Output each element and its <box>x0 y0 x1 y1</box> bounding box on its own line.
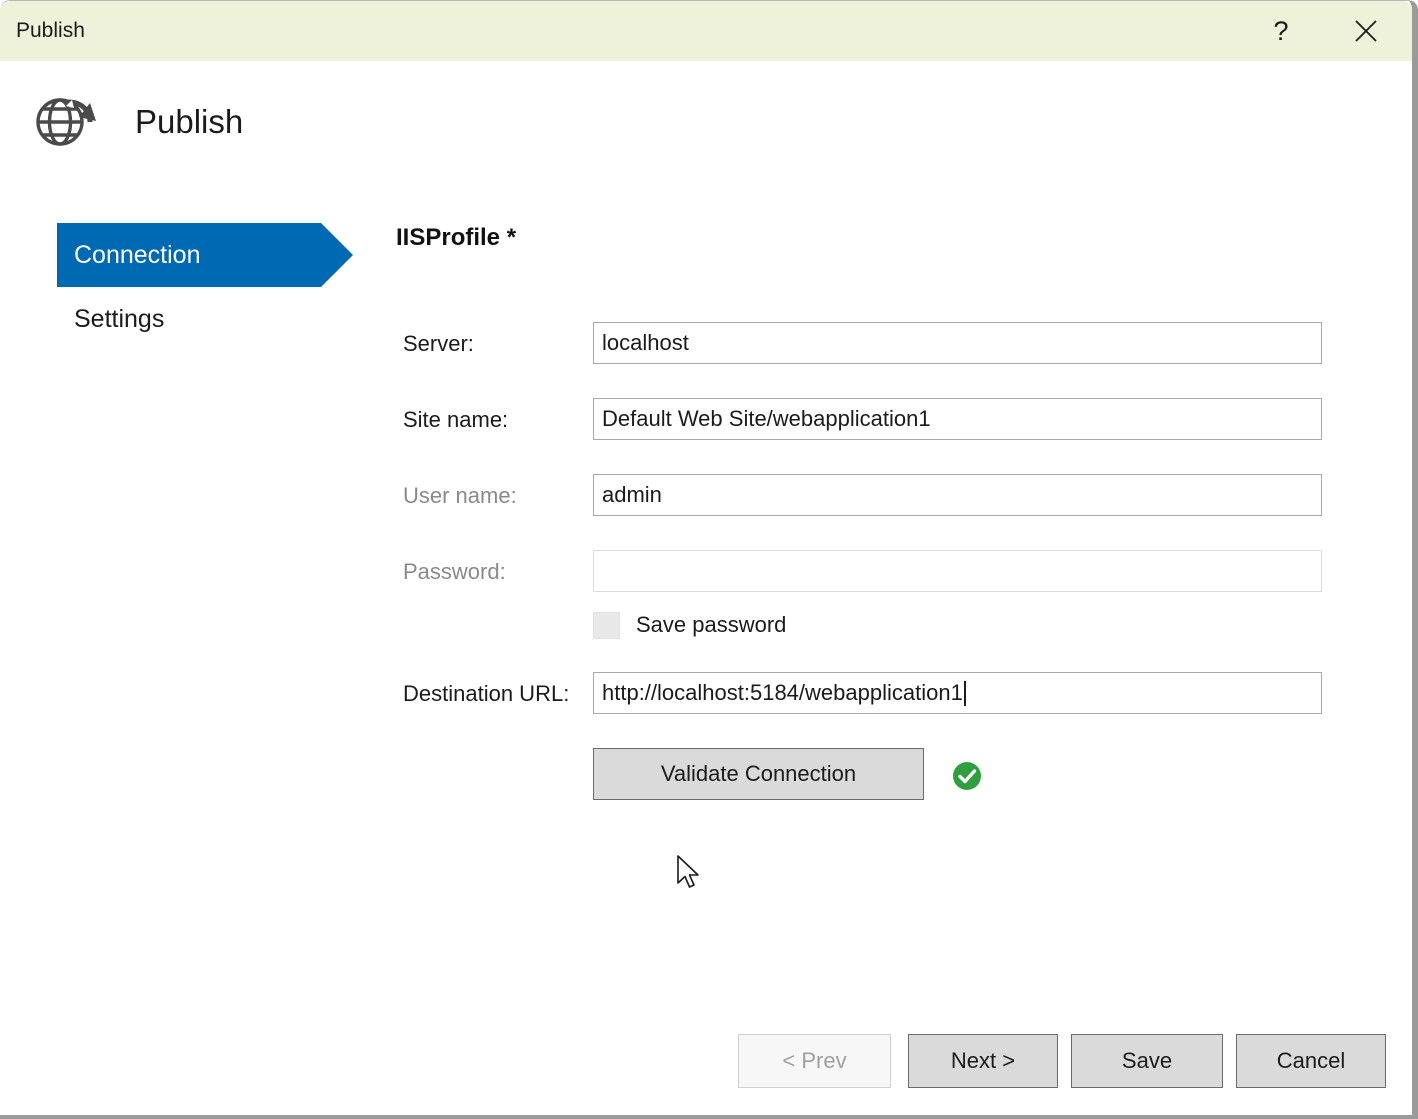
form-row-destination-url: Destination URL: http://localhost:5184/w… <box>396 672 1326 714</box>
destination-url-label: Destination URL: <box>403 681 569 707</box>
mouse-cursor <box>676 854 702 892</box>
save-password-label: Save password <box>636 611 786 639</box>
password-label: Password: <box>403 559 506 585</box>
save-button[interactable]: Save <box>1071 1034 1223 1088</box>
nav-tab-list: Connection Settings <box>0 223 380 351</box>
question-mark-icon: ? <box>1273 16 1288 47</box>
window-titlebar: Publish ? <box>0 1 1412 61</box>
save-password-checkbox[interactable] <box>593 612 620 639</box>
server-input[interactable] <box>593 322 1322 364</box>
server-label: Server: <box>403 331 474 357</box>
site-name-label: Site name: <box>403 407 508 433</box>
sidebar-item-settings[interactable]: Settings <box>0 287 380 351</box>
site-name-input[interactable] <box>593 398 1322 440</box>
close-button[interactable] <box>1334 1 1398 61</box>
form-row-site-name: Site name: <box>396 398 1326 440</box>
dialog-header: Publish <box>0 61 1412 179</box>
text-caret <box>964 681 966 706</box>
connection-panel: IISProfile * Server: Site name: User nam… <box>396 223 1326 253</box>
destination-url-value: http://localhost:5184/webapplication1 <box>602 680 963 706</box>
window-title: Publish <box>16 18 85 44</box>
publish-dialog: Publish ? Publish <box>0 0 1418 1119</box>
close-icon <box>1353 18 1379 44</box>
globe-publish-icon <box>30 91 98 151</box>
form-row-password: Password: <box>396 550 1326 592</box>
destination-url-input[interactable]: http://localhost:5184/webapplication1 <box>593 672 1322 714</box>
sidebar-item-connection[interactable]: Connection <box>57 223 321 287</box>
page-title: Publish <box>135 102 243 142</box>
sidebar-item-label: Settings <box>0 304 164 334</box>
form-row-user-name: User name: <box>396 474 1326 516</box>
green-check-circle-icon <box>952 761 982 791</box>
profile-name: IISProfile * <box>396 223 1326 253</box>
help-button[interactable]: ? <box>1249 1 1313 61</box>
sidebar-item-label: Connection <box>57 240 200 270</box>
prev-button[interactable]: < Prev <box>738 1034 891 1088</box>
password-field[interactable] <box>593 550 1322 592</box>
cancel-button[interactable]: Cancel <box>1236 1034 1386 1088</box>
form-row-server: Server: <box>396 322 1326 364</box>
validate-connection-button[interactable]: Validate Connection <box>593 748 924 800</box>
dialog-footer: < Prev Next > Save Cancel <box>0 1034 1412 1094</box>
user-name-input[interactable] <box>593 474 1322 516</box>
save-password-row: Save password <box>396 612 1326 644</box>
user-name-label: User name: <box>403 483 517 509</box>
validate-connection-row: Validate Connection <box>396 748 1326 800</box>
next-button[interactable]: Next > <box>908 1034 1058 1088</box>
